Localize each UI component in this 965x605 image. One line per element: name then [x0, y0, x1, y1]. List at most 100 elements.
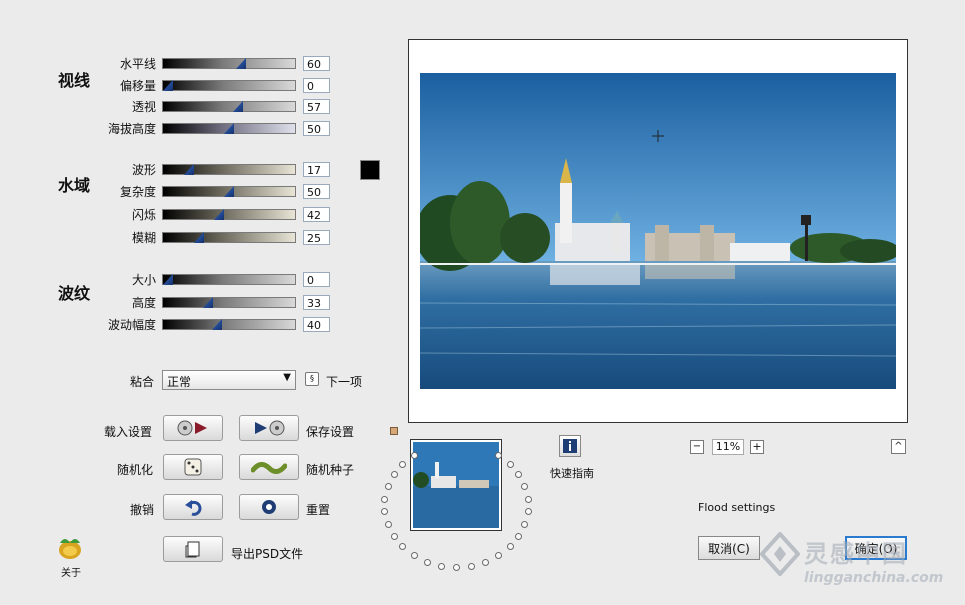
complexity-value-input[interactable]: 50 [303, 184, 330, 199]
horizon-value-input[interactable]: 60 [303, 56, 330, 71]
save-settings-button[interactable] [239, 415, 299, 441]
slider-thumb[interactable] [163, 274, 173, 285]
ring-dot [515, 471, 522, 478]
blur-slider[interactable] [162, 232, 296, 243]
perspective-slider[interactable] [162, 101, 296, 112]
zoom-level[interactable]: 11% [712, 439, 744, 455]
ripple-size-value-input[interactable]: 0 [303, 272, 330, 287]
document-icon [185, 541, 200, 558]
waveform-slider[interactable] [162, 164, 296, 175]
ring-dot [453, 564, 460, 571]
ring-dot [399, 543, 406, 550]
ring-dot [482, 559, 489, 566]
blend-mode-select[interactable]: 正常 ▼ [162, 370, 296, 390]
thumbnail-handle[interactable] [390, 427, 398, 435]
slider-thumb[interactable] [194, 232, 204, 243]
offset-slider[interactable] [162, 80, 296, 91]
slider-thumb[interactable] [184, 164, 194, 175]
info-icon[interactable] [559, 435, 581, 457]
status-text: Flood settings [698, 501, 776, 514]
altitude-slider[interactable] [162, 123, 296, 134]
shimmer-slider[interactable] [162, 209, 296, 220]
shimmer-value-input[interactable]: 42 [303, 207, 330, 222]
slider-thumb[interactable] [233, 101, 243, 112]
blur-value-input[interactable]: 25 [303, 230, 330, 245]
disc-arrow-icon [177, 420, 207, 436]
slider-label: 透视 [131, 100, 156, 114]
random-seed-button[interactable] [239, 454, 299, 480]
ring-dot [385, 483, 392, 490]
ring-dot [507, 461, 514, 468]
slider-label: 闪烁 [131, 208, 156, 222]
ripple-height-slider[interactable] [162, 297, 296, 308]
perspective-value-input[interactable]: 57 [303, 99, 330, 114]
export-psd-label: 导出PSD文件 [231, 547, 304, 561]
reset-label: 重置 [306, 503, 331, 517]
thumbnail-image [413, 442, 499, 528]
ripple-height-value-input[interactable]: 33 [303, 295, 330, 310]
watermark-logo-icon [760, 532, 800, 576]
offset-value-input[interactable]: 0 [303, 78, 330, 93]
ripple-amplitude-slider[interactable] [162, 319, 296, 330]
slider-thumb[interactable] [224, 186, 234, 197]
slider-thumb[interactable] [212, 319, 222, 330]
slider-label: 水平线 [119, 57, 156, 71]
ring-dot [424, 559, 431, 566]
slider-thumb[interactable] [224, 123, 234, 134]
reset-icon [262, 500, 276, 514]
slider-thumb[interactable] [203, 297, 213, 308]
ring-dot [381, 496, 388, 503]
ring-dot [468, 563, 475, 570]
load-settings-label: 载入设置 [104, 425, 153, 439]
chevron-down-icon: ▼ [283, 372, 291, 383]
undo-icon [185, 500, 202, 516]
zoom-in-button[interactable]: + [750, 440, 764, 454]
slider-label: 波动幅度 [107, 318, 156, 332]
ring-dot [411, 552, 418, 559]
watermark: 灵感中国 lingganchina.com [760, 530, 960, 600]
ring-dot [381, 508, 388, 515]
export-psd-button[interactable] [163, 536, 223, 562]
complexity-slider[interactable] [162, 186, 296, 197]
slider-label: 复杂度 [119, 185, 156, 199]
undo-label: 撤销 [130, 503, 155, 517]
load-settings-button[interactable] [163, 415, 223, 441]
ripple-size-slider[interactable] [162, 274, 296, 285]
waveform-value-input[interactable]: 17 [303, 162, 330, 177]
water-color-swatch[interactable] [360, 160, 380, 180]
ring-dot [525, 496, 532, 503]
about-logo-icon[interactable] [56, 533, 84, 561]
ring-dot [515, 533, 522, 540]
slider-thumb[interactable] [163, 80, 173, 91]
ring-dot [391, 533, 398, 540]
slider-label: 高度 [131, 296, 156, 310]
watermark-brand: 灵感中国 [804, 540, 908, 568]
ring-dot [399, 461, 406, 468]
horizon-slider[interactable] [162, 58, 296, 69]
zoom-out-button[interactable]: − [690, 440, 704, 454]
slider-label: 海拔高度 [107, 122, 156, 136]
slider-thumb[interactable] [214, 209, 224, 220]
ring-dot [495, 552, 502, 559]
ring-dot [525, 508, 532, 515]
save-settings-label: 保存设置 [306, 425, 355, 439]
ring-dot [521, 521, 528, 528]
thumbnail-preview[interactable] [410, 439, 502, 531]
slider-thumb[interactable] [236, 58, 246, 69]
dice-icon [184, 458, 202, 476]
altitude-value-input[interactable]: 50 [303, 121, 330, 136]
quick-guide-label[interactable]: 快速指南 [550, 465, 594, 481]
reset-button[interactable] [239, 494, 299, 520]
ripple-amplitude-value-input[interactable]: 40 [303, 317, 330, 332]
about-label[interactable]: 关于 [61, 564, 81, 579]
ring-dot [391, 471, 398, 478]
slider-label: 模糊 [131, 231, 156, 245]
undo-button[interactable] [163, 494, 223, 520]
preview-image [420, 73, 896, 389]
preview-canvas[interactable] [408, 39, 908, 423]
randomize-button[interactable] [163, 454, 223, 480]
loop-icon[interactable]: § [305, 372, 319, 386]
next-label[interactable]: 下一项 [326, 373, 362, 390]
cancel-button[interactable]: 取消(C) [698, 536, 760, 560]
collapse-button[interactable]: ^ [891, 439, 906, 454]
